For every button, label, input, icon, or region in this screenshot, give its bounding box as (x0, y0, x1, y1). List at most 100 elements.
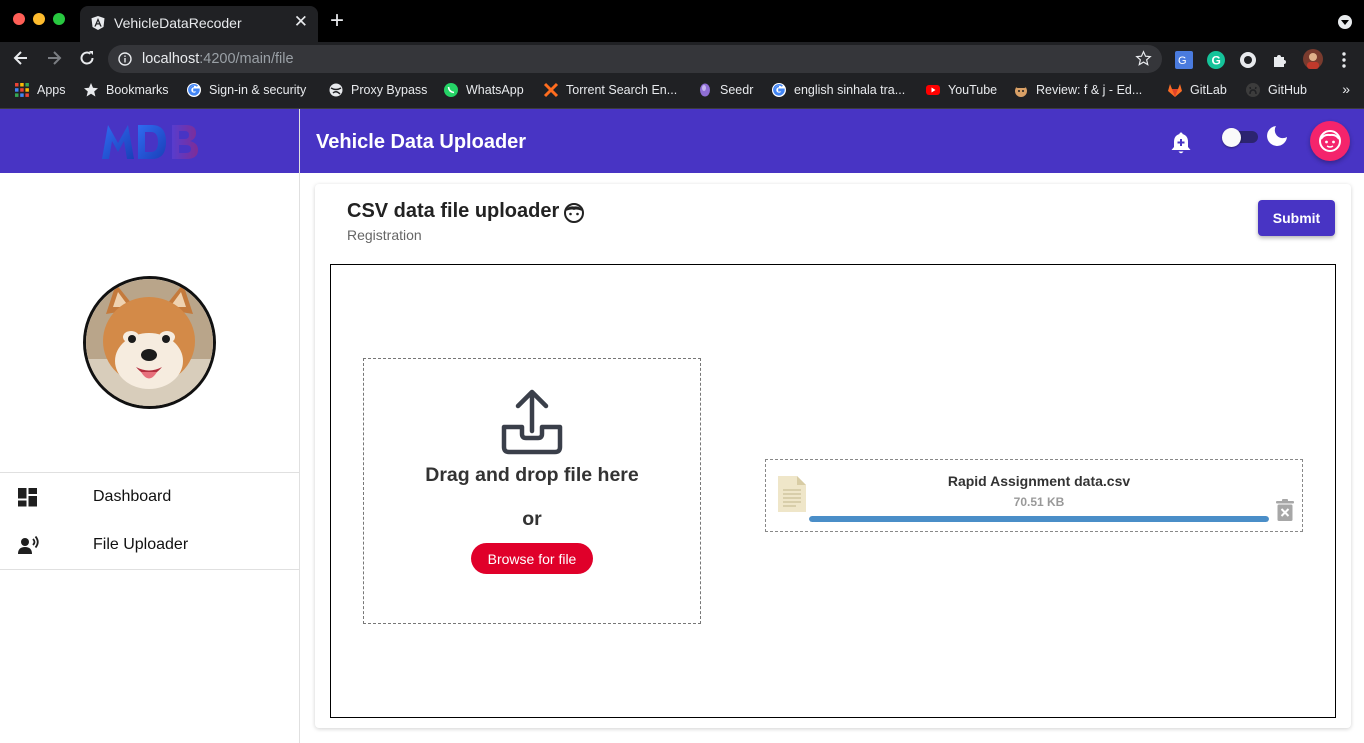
reload-icon[interactable] (77, 48, 97, 68)
sidebar-item-file-uploader[interactable]: File Uploader (0, 521, 299, 569)
toggle-knob (1222, 128, 1241, 147)
avatar-icon (1015, 84, 1027, 97)
upload-area: Drag and drop file here or Browse for fi… (330, 264, 1336, 718)
google-icon (187, 83, 201, 97)
file-size: 70.51 KB (1013, 495, 1065, 509)
shiba-dog-photo (86, 279, 213, 406)
sidebar-item-label: Dashboard (93, 488, 172, 505)
new-tab-button[interactable]: + (330, 8, 344, 34)
bookmark-label: Proxy Bypass (351, 83, 428, 97)
file-name: Rapid Assignment data.csv (947, 473, 1131, 489)
dropzone-or-text: or (522, 508, 542, 530)
bookmark-label: Apps (37, 83, 66, 97)
bookmarks-overflow-button[interactable]: » (1342, 81, 1350, 97)
x-logo-icon (543, 82, 559, 98)
bookmark-youtube[interactable]: YouTube (925, 82, 997, 98)
svg-text:G: G (1212, 54, 1221, 68)
address-bar[interactable]: localhost:4200/main/file (108, 45, 1162, 73)
sidebar-item-label: File Uploader (93, 536, 189, 553)
bookmark-bookmarks[interactable]: Bookmarks (83, 82, 169, 98)
notification-bell-icon[interactable] (1170, 131, 1192, 155)
sidebar-header (0, 109, 299, 173)
record-voice-icon (18, 536, 39, 554)
bookmark-torrent-search[interactable]: Torrent Search En... (543, 82, 677, 98)
browser-tab[interactable]: VehicleDataRecoder ✕ (80, 6, 318, 42)
bookmark-label: GitHub (1268, 83, 1307, 97)
apps-grid-icon (15, 83, 29, 97)
star-icon (84, 83, 98, 97)
delete-file-icon[interactable] (1276, 499, 1294, 521)
url-path: :4200/main/file (199, 51, 294, 67)
app-header: Vehicle Data Uploader (300, 109, 1364, 173)
profile-avatar-icon[interactable] (1303, 49, 1323, 69)
gitlab-icon (1168, 84, 1182, 97)
bookmark-review[interactable]: Review: f & j - Ed... (1013, 82, 1142, 98)
bookmark-label: Review: f & j - Ed... (1036, 83, 1143, 97)
bookmark-label: Torrent Search En... (566, 83, 678, 97)
file-dropzone[interactable]: Drag and drop file here or Browse for fi… (363, 358, 701, 624)
user-avatar[interactable] (83, 276, 216, 409)
submit-button[interactable]: Submit (1258, 200, 1335, 236)
translate-extension-icon[interactable]: G (1175, 51, 1193, 69)
sidebar: Dashboard File Uploader (0, 109, 300, 743)
tab-close-icon[interactable]: ✕ (294, 12, 308, 32)
bookmark-label: Seedr (720, 83, 754, 97)
svg-text:G: G (1178, 55, 1187, 67)
url-text: localhost:4200/main/file (142, 51, 294, 67)
card-title: CSV data file uploader (347, 200, 560, 222)
dark-mode-moon-icon[interactable] (1266, 125, 1288, 147)
theme-toggle-switch[interactable] (1222, 128, 1258, 147)
mdb-logo[interactable] (100, 119, 200, 163)
bookmark-seedr[interactable]: Seedr (697, 82, 753, 98)
tab-title: VehicleDataRecoder (114, 15, 242, 31)
browser-tab-strip: VehicleDataRecoder ✕ + (0, 0, 1364, 42)
dashboard-icon (18, 488, 37, 507)
sidebar-nav: Dashboard File Uploader (0, 472, 299, 570)
page-title: Vehicle Data Uploader (316, 131, 527, 153)
close-window-button[interactable] (13, 13, 25, 25)
bookmark-gitlab[interactable]: GitLab (1167, 82, 1227, 98)
forward-arrow-icon[interactable] (44, 48, 64, 68)
tab-search-icon[interactable] (1338, 15, 1352, 29)
extension-circle-icon[interactable] (1239, 51, 1257, 69)
bookmark-label: YouTube (948, 83, 998, 97)
angular-favicon-icon (91, 16, 105, 30)
bookmark-whatsapp[interactable]: WhatsApp (443, 82, 524, 98)
uploader-card: CSV data file uploader Registration Subm… (315, 184, 1351, 728)
bookmark-label: WhatsApp (466, 83, 524, 97)
face-icon (1319, 130, 1341, 152)
bookmark-apps[interactable]: Apps (14, 82, 66, 98)
bookmark-sign-in-security[interactable]: Sign-in & security (186, 82, 306, 98)
back-arrow-icon[interactable] (11, 48, 31, 68)
whatsapp-icon (444, 83, 458, 97)
globe-icon (329, 83, 343, 97)
bookmark-label: english sinhala tra... (794, 83, 906, 97)
upload-icon (501, 389, 563, 455)
upload-progress-bar (809, 516, 1269, 522)
bookmarks-bar: Apps Bookmarks Sign-in & security Proxy … (0, 75, 1364, 109)
browser-menu-icon[interactable] (1335, 51, 1353, 69)
bookmark-label: Sign-in & security (209, 83, 307, 97)
github-icon (1246, 83, 1260, 97)
face-icon (564, 203, 584, 223)
dropzone-text: Drag and drop file here (425, 464, 639, 486)
browser-toolbar: localhost:4200/main/file G G (0, 42, 1364, 75)
extensions-puzzle-icon[interactable] (1271, 51, 1289, 69)
bookmark-english-sinhala[interactable]: english sinhala tra... (771, 82, 905, 98)
seedr-icon (700, 83, 710, 97)
uploaded-file-item: Rapid Assignment data.csv 70.51 KB (765, 459, 1303, 532)
browse-file-button[interactable]: Browse for file (471, 543, 593, 574)
bookmark-star-icon[interactable] (1135, 50, 1152, 67)
bookmark-label: Bookmarks (106, 83, 169, 97)
bookmark-github[interactable]: GitHub (1245, 82, 1307, 98)
bookmark-proxy-bypass[interactable]: Proxy Bypass (328, 82, 427, 98)
google-icon (772, 83, 786, 97)
minimize-window-button[interactable] (33, 13, 45, 25)
upload-progress-fill (809, 516, 1269, 522)
maximize-window-button[interactable] (53, 13, 65, 25)
site-info-icon[interactable] (118, 52, 132, 66)
bookmark-label: GitLab (1190, 83, 1227, 97)
profile-menu-button[interactable] (1310, 121, 1350, 161)
sidebar-item-dashboard[interactable]: Dashboard (0, 473, 299, 521)
grammarly-extension-icon[interactable]: G (1207, 51, 1225, 69)
